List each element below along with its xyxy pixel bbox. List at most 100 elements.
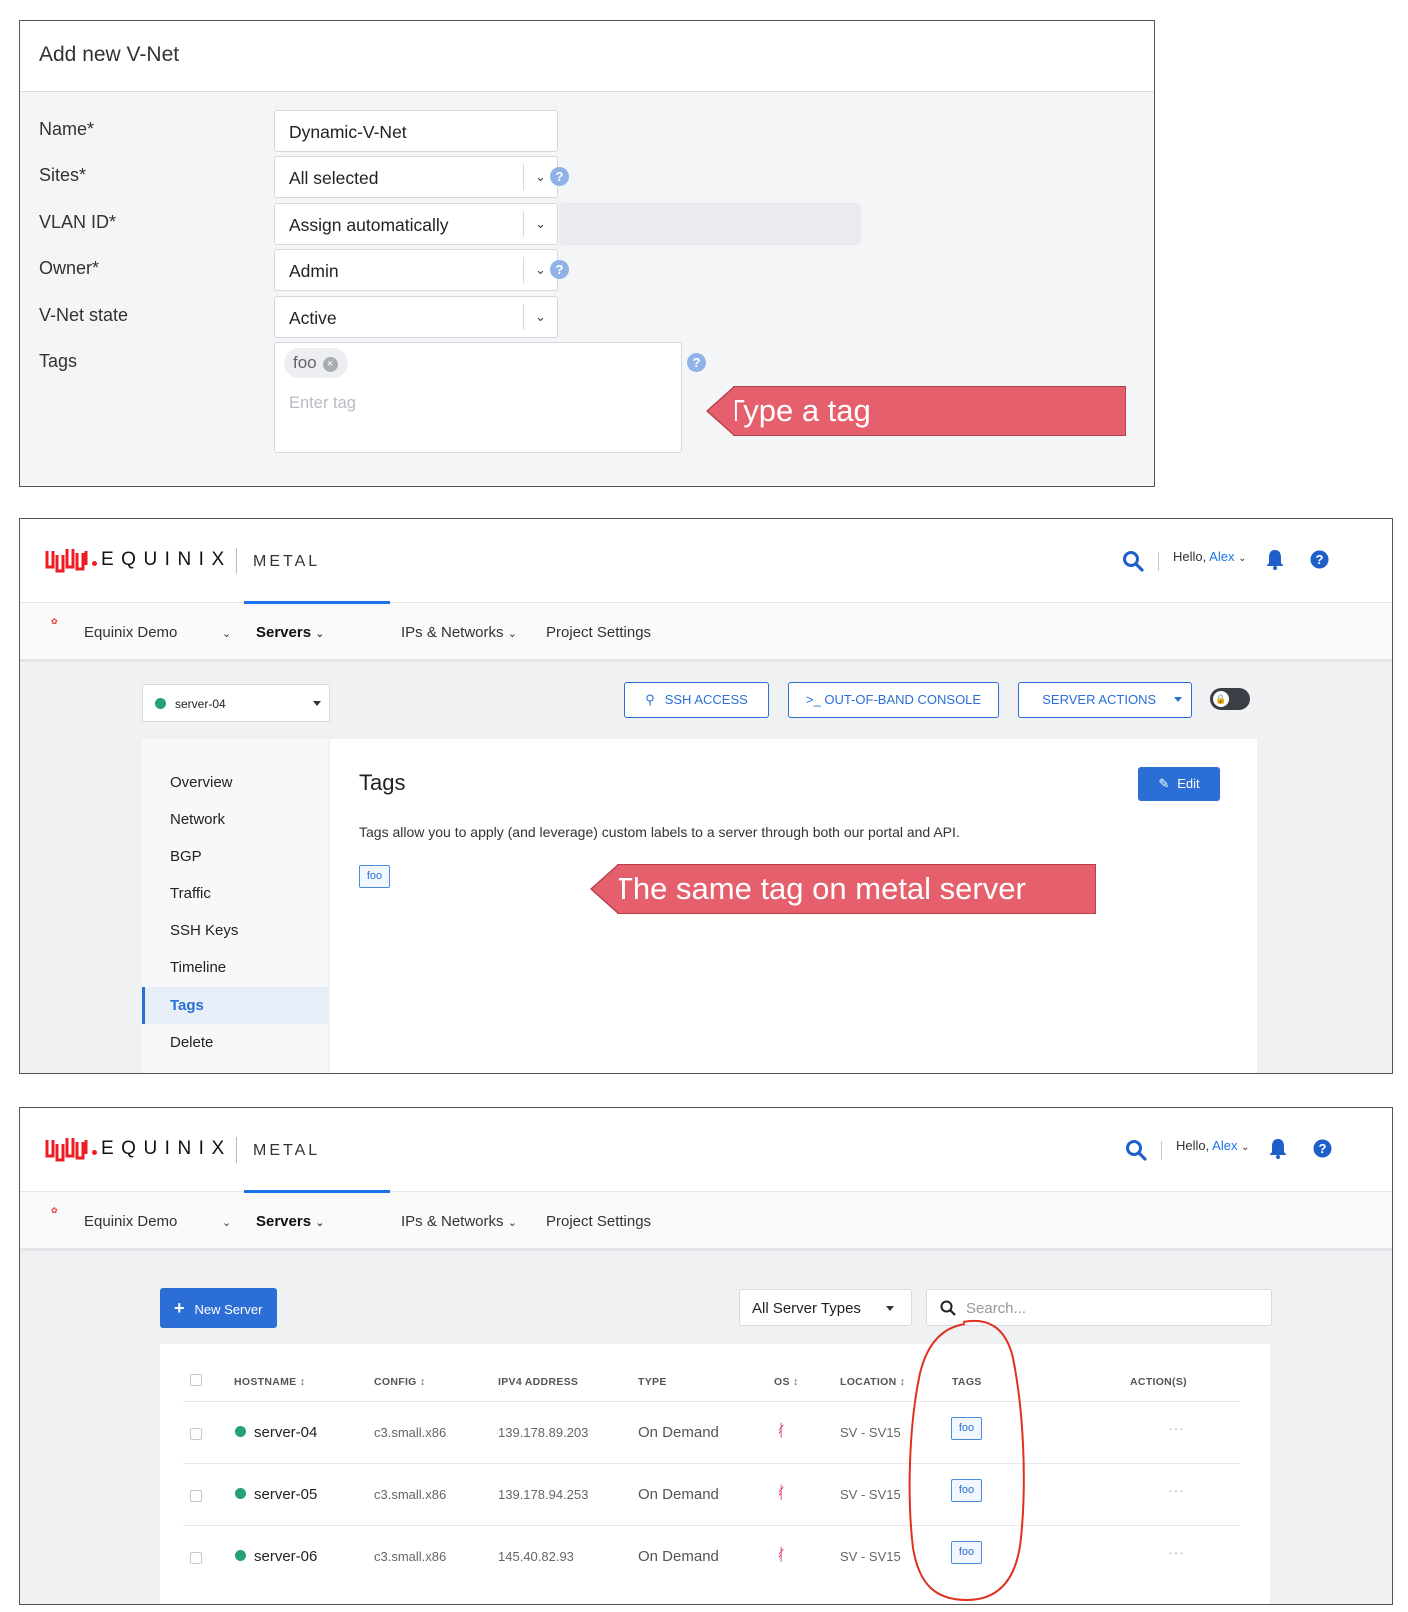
ssh-access-label: SSH ACCESS	[664, 692, 748, 707]
more-actions-icon[interactable]: ···	[1168, 1420, 1185, 1436]
divider	[1158, 552, 1159, 571]
location-cell: SV - SV15	[840, 1487, 901, 1502]
column-header-os[interactable]: OS ↕	[774, 1376, 799, 1388]
type-cell: On Demand	[638, 1486, 719, 1503]
project-switcher[interactable]: Equinix Demo	[84, 624, 177, 641]
menu-item-delete[interactable]: Delete	[170, 1034, 213, 1051]
help-icon[interactable]: ?	[1310, 550, 1329, 569]
edit-button[interactable]: ✎ Edit	[1138, 767, 1220, 801]
project-switcher[interactable]: Equinix Demo	[84, 1213, 177, 1230]
owner-select[interactable]: Admin ⌄	[274, 249, 558, 291]
tag-badge[interactable]: foo	[359, 865, 390, 888]
menu-item-overview[interactable]: Overview	[170, 774, 233, 791]
svg-text:?: ?	[1319, 1141, 1327, 1156]
new-server-label: New Server	[194, 1302, 263, 1317]
hostname-link[interactable]: server-05	[254, 1486, 317, 1503]
greeting: Hello,	[1176, 1138, 1210, 1153]
svg-text:?: ?	[1316, 552, 1324, 567]
menu-item-timeline[interactable]: Timeline	[170, 959, 226, 976]
server-actions-label: SERVER ACTIONS	[1042, 692, 1157, 707]
ssh-access-button[interactable]: ⚲ SSH ACCESS	[624, 682, 769, 718]
menu-item-bgp[interactable]: BGP	[170, 848, 202, 865]
row-divider	[183, 1463, 1240, 1464]
server-type-filter[interactable]: All Server Types	[739, 1289, 912, 1326]
bell-icon[interactable]	[1265, 548, 1285, 570]
config-cell: c3.small.x86	[374, 1487, 447, 1502]
chevron-down-icon[interactable]: ⌄	[523, 304, 557, 330]
tab-project-settings[interactable]: Project Settings	[546, 1213, 651, 1230]
caret-down-icon	[1173, 697, 1182, 702]
state-select[interactable]: Active ⌄	[274, 296, 558, 338]
column-header-config[interactable]: CONFIG ↕	[374, 1376, 425, 1388]
user-name: Alex	[1212, 1138, 1238, 1153]
hostname-link[interactable]: server-04	[254, 1424, 317, 1441]
sites-select[interactable]: All selected ⌄	[274, 156, 558, 198]
remove-tag-icon[interactable]: ×	[322, 357, 338, 372]
bell-icon[interactable]	[1268, 1137, 1288, 1159]
server-selector[interactable]: server-04	[142, 684, 330, 722]
sites-help-icon[interactable]: ?	[550, 167, 569, 186]
owner-value: Admin	[289, 261, 339, 281]
project-icon: ✿	[51, 617, 58, 626]
logo-dot	[92, 1150, 97, 1155]
more-actions-icon[interactable]: ···	[1168, 1482, 1185, 1498]
search-icon[interactable]	[1125, 1139, 1147, 1161]
server-list-window: EQUINIX METAL Hello, Alex ⌄ ? ✿ Equinix …	[19, 1107, 1393, 1605]
server-actions-button[interactable]: SERVER ACTIONS	[1018, 682, 1192, 718]
row-checkbox[interactable]	[190, 1490, 202, 1502]
tags-input[interactable]: foo × Enter tag	[274, 342, 682, 453]
tab-servers[interactable]: Servers ⌄	[256, 1213, 324, 1230]
column-header-location[interactable]: LOCATION ↕	[840, 1376, 905, 1388]
tab-ips-networks[interactable]: IPs & Networks ⌄	[401, 1213, 517, 1230]
callout-type-a-tag: Type a tag	[706, 386, 1126, 436]
chevron-down-icon[interactable]: ⌄	[222, 1216, 231, 1229]
location-cell: SV - SV15	[840, 1425, 901, 1440]
ipv4-cell: 139.178.94.253	[498, 1487, 589, 1502]
status-dot	[235, 1426, 246, 1437]
menu-item-network[interactable]: Network	[170, 811, 225, 828]
debian-icon: ᚰ	[776, 1483, 787, 1502]
row-checkbox[interactable]	[190, 1552, 202, 1564]
lock-icon: 🔒	[1213, 691, 1229, 707]
vlan-id-input-disabled	[559, 203, 861, 245]
row-checkbox[interactable]	[190, 1428, 202, 1440]
lock-toggle[interactable]: 🔒	[1210, 688, 1250, 710]
callout-same-tag: The same tag on metal server	[590, 864, 1096, 914]
tab-ips-label: IPs & Networks	[401, 624, 504, 641]
pencil-icon: ✎	[1158, 776, 1170, 791]
user-menu[interactable]: Hello, Alex ⌄	[1176, 1138, 1249, 1153]
hostname-link[interactable]: server-06	[254, 1548, 317, 1565]
tag-entry-field[interactable]: Enter tag	[289, 394, 356, 413]
config-cell: c3.small.x86	[374, 1425, 447, 1440]
active-tab-indicator	[244, 1190, 390, 1193]
tab-project-settings[interactable]: Project Settings	[546, 624, 651, 641]
menu-item-ssh-keys[interactable]: SSH Keys	[170, 922, 238, 939]
vlan-select[interactable]: Assign automatically ⌄	[274, 203, 558, 245]
tab-ips-networks[interactable]: IPs & Networks ⌄	[401, 624, 517, 641]
select-all-checkbox[interactable]	[190, 1374, 202, 1386]
plus-icon: +	[174, 1298, 185, 1318]
active-tab-indicator	[244, 601, 390, 604]
project-icon: ✿	[51, 1206, 58, 1215]
owner-help-icon[interactable]: ?	[550, 260, 569, 279]
more-actions-icon[interactable]: ···	[1168, 1544, 1185, 1560]
name-input[interactable]: Dynamic-V-Net	[274, 110, 558, 152]
user-menu[interactable]: Hello, Alex ⌄	[1173, 549, 1246, 564]
chevron-down-icon[interactable]: ⌄	[222, 627, 231, 640]
type-cell: On Demand	[638, 1424, 719, 1441]
menu-item-traffic[interactable]: Traffic	[170, 885, 211, 902]
column-header-hostname[interactable]: HOSTNAME ↕	[234, 1376, 305, 1388]
chevron-down-icon[interactable]: ⌄	[523, 211, 557, 237]
tags-help-icon[interactable]: ?	[687, 353, 706, 372]
search-icon[interactable]	[1122, 550, 1144, 572]
help-icon[interactable]: ?	[1313, 1139, 1332, 1158]
caret-down-icon	[886, 1306, 894, 1311]
menu-item-tags[interactable]: Tags	[170, 997, 204, 1014]
new-server-button[interactable]: + New Server	[160, 1288, 277, 1328]
tab-servers[interactable]: Servers ⌄	[256, 624, 324, 641]
logo-dot	[92, 561, 97, 566]
vlan-value: Assign automatically	[289, 215, 449, 235]
out-of-band-console-button[interactable]: >_ OUT-OF-BAND CONSOLE	[788, 682, 999, 718]
type-cell: On Demand	[638, 1548, 719, 1565]
divider	[1161, 1141, 1162, 1160]
